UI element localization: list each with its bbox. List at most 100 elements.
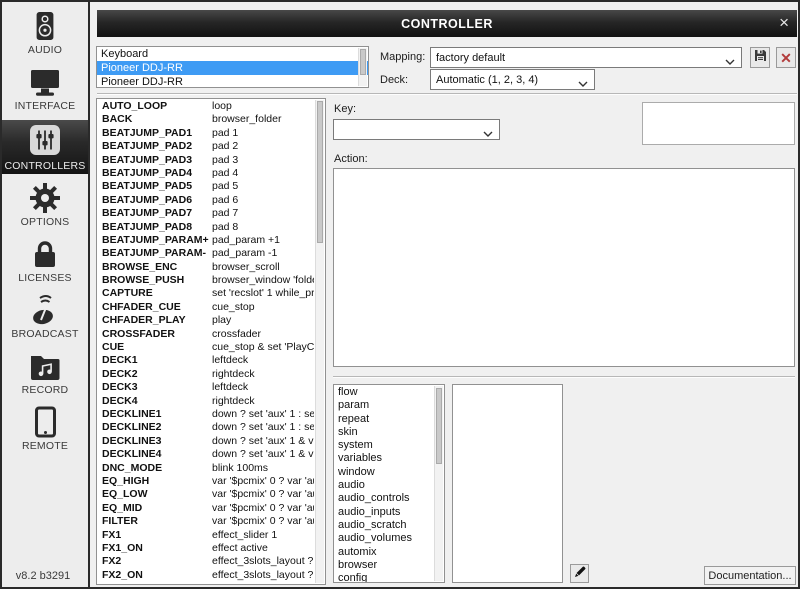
mapping-select[interactable]: factory default [430, 47, 742, 68]
control-action: effect active [212, 542, 314, 555]
sidebar-item-label: RECORD [22, 384, 69, 398]
device-row[interactable]: Keyboard [97, 47, 368, 61]
category-row[interactable]: audio [334, 479, 433, 492]
control-mapping-row[interactable]: FILTERvar '$pcmix' 0 ? var 'au [97, 515, 314, 528]
category-row[interactable]: repeat [334, 413, 433, 426]
category-row[interactable]: audio_inputs [334, 506, 433, 519]
category-row[interactable]: window [334, 466, 433, 479]
key-label: Key: [334, 103, 356, 115]
sidebar-item-interface[interactable]: INTERFACE [2, 64, 88, 114]
control-mapping-row[interactable]: AUTO_LOOPloop [97, 100, 314, 113]
control-name: FX2 [97, 555, 212, 568]
control-action: down ? set 'aux' 1 : set [212, 408, 314, 421]
control-mapping-row[interactable]: CUEcue_stop & set 'PlayCl [97, 341, 314, 354]
control-mapping-row[interactable]: DECK3leftdeck [97, 381, 314, 394]
control-mapping-row[interactable]: BEATJUMP_PAD4pad 4 [97, 167, 314, 180]
settings-sidebar: AUDIO INTERFACE CONTROLLERS OPTIONS LICENSES… [2, 2, 90, 587]
category-row[interactable]: variables [334, 452, 433, 465]
control-mapping-row[interactable]: BEATJUMP_PARAM-pad_param -1 [97, 247, 314, 260]
control-mapping-row[interactable]: BEATJUMP_PAD8pad 8 [97, 221, 314, 234]
deck-select[interactable]: Automatic (1, 2, 3, 4) [430, 69, 595, 90]
sidebar-item-broadcast[interactable]: BROADCAST [2, 292, 88, 342]
control-mapping-row[interactable]: BEATJUMP_PAD1pad 1 [97, 127, 314, 140]
category-row[interactable]: audio_controls [334, 492, 433, 505]
control-mapping-row[interactable]: BROWSE_ENCbrowser_scroll [97, 261, 314, 274]
broadcast-icon [28, 292, 62, 328]
control-mapping-row[interactable]: BEATJUMP_PAD2pad 2 [97, 140, 314, 153]
control-mapping-row[interactable]: BEATJUMP_PARAM+pad_param +1 [97, 234, 314, 247]
control-action: pad_param +1 [212, 234, 314, 247]
control-mapping-row[interactable]: DECKLINE4down ? set 'aux' 1 & va [97, 448, 314, 461]
control-name: BEATJUMP_PAD1 [97, 127, 212, 140]
gear-icon [28, 180, 62, 216]
close-icon[interactable]: × [779, 13, 789, 33]
sidebar-item-record[interactable]: RECORD [2, 348, 88, 398]
control-mapping-row[interactable]: CHFADER_CUEcue_stop [97, 301, 314, 314]
control-mapping-row[interactable]: DECK4rightdeck [97, 395, 314, 408]
chevron-down-icon [483, 128, 493, 140]
sidebar-item-audio[interactable]: AUDIO [2, 8, 88, 58]
control-mapping-row[interactable]: FX1_ONeffect active [97, 542, 314, 555]
control-mapping-row[interactable]: BROWSE_PUSHbrowser_window 'folde [97, 274, 314, 287]
controls-list[interactable]: AUTO_LOOPloopBACKbrowser_folderBEATJUMP_… [96, 98, 326, 585]
control-mapping-row[interactable]: CAPTUREset 'recslot' 1 while_pr [97, 287, 314, 300]
control-mapping-row[interactable]: FX1effect_slider 1 [97, 529, 314, 542]
control-mapping-row[interactable]: BEATJUMP_PAD6pad 6 [97, 194, 314, 207]
category-row[interactable]: flow [334, 386, 433, 399]
control-mapping-row[interactable]: EQ_LOWvar '$pcmix' 0 ? var 'au [97, 488, 314, 501]
edit-action-button[interactable] [570, 564, 589, 583]
sidebar-item-controllers[interactable]: CONTROLLERS [2, 120, 88, 174]
control-mapping-row[interactable]: BACKbrowser_folder [97, 113, 314, 126]
control-mapping-row[interactable]: DECKLINE1down ? set 'aux' 1 : set [97, 408, 314, 421]
action-input[interactable] [333, 168, 795, 367]
control-mapping-row[interactable]: DECKLINE3down ? set 'aux' 1 & va [97, 435, 314, 448]
sidebar-item-remote[interactable]: REMOTE [2, 404, 88, 454]
control-mapping-row[interactable]: DECKLINE2down ? set 'aux' 1 : set [97, 421, 314, 434]
category-row[interactable]: automix [334, 546, 433, 559]
control-name: BACK [97, 113, 212, 126]
delete-x-icon: ✕ [780, 51, 792, 65]
device-row[interactable]: Pioneer DDJ-RR [97, 61, 368, 75]
device-list[interactable]: KeyboardPioneer DDJ-RRPioneer DDJ-RR [96, 46, 369, 88]
control-name: BEATJUMP_PAD3 [97, 154, 212, 167]
control-name: DECK2 [97, 368, 212, 381]
category-row[interactable]: system [334, 439, 433, 452]
category-row[interactable]: browser [334, 559, 433, 572]
control-mapping-row[interactable]: DECK2rightdeck [97, 368, 314, 381]
documentation-button[interactable]: Documentation... [704, 566, 796, 585]
control-mapping-row[interactable]: EQ_HIGHvar '$pcmix' 0 ? var 'au [97, 475, 314, 488]
control-action: pad 4 [212, 167, 314, 180]
control-mapping-row[interactable]: BEATJUMP_PAD3pad 3 [97, 154, 314, 167]
control-mapping-row[interactable]: EQ_MIDvar '$pcmix' 0 ? var 'au [97, 502, 314, 515]
control-mapping-row[interactable]: DECK1leftdeck [97, 354, 314, 367]
control-name: CHFADER_CUE [97, 301, 212, 314]
control-mapping-row[interactable]: BEATJUMP_PAD7pad 7 [97, 207, 314, 220]
chevron-down-icon [725, 56, 735, 68]
control-action: effect_slider 1 [212, 529, 314, 542]
category-row[interactable]: config [334, 572, 433, 583]
controls-list-scrollbar[interactable] [315, 100, 324, 583]
control-mapping-row[interactable]: FX2effect_3slots_layout ? [97, 555, 314, 568]
category-row[interactable]: audio_scratch [334, 519, 433, 532]
control-mapping-row[interactable]: BEATJUMP_PAD5pad 5 [97, 180, 314, 193]
category-row[interactable]: param [334, 399, 433, 412]
category-row[interactable]: skin [334, 426, 433, 439]
mixer-icon [27, 120, 63, 160]
control-mapping-row[interactable]: DNC_MODEblink 100ms [97, 462, 314, 475]
sidebar-item-options[interactable]: OPTIONS [2, 180, 88, 230]
save-mapping-button[interactable] [750, 47, 770, 68]
control-mapping-row[interactable]: CHFADER_PLAYplay [97, 314, 314, 327]
action-label: Action: [334, 153, 368, 165]
category-list-scrollbar[interactable] [434, 386, 443, 581]
key-select[interactable] [333, 119, 500, 140]
device-row[interactable]: Pioneer DDJ-RR [97, 75, 368, 88]
category-list[interactable]: flowparamrepeatskinsystemvariableswindow… [333, 384, 445, 583]
control-name: FX1 [97, 529, 212, 542]
device-list-scrollbar[interactable] [358, 48, 367, 86]
sub-action-list[interactable] [452, 384, 563, 583]
delete-mapping-button[interactable]: ✕ [776, 47, 796, 68]
sidebar-item-licenses[interactable]: LICENSES [2, 236, 88, 286]
control-mapping-row[interactable]: FX2_ONeffect_3slots_layout ? [97, 569, 314, 582]
category-row[interactable]: audio_volumes [334, 532, 433, 545]
control-mapping-row[interactable]: CROSSFADERcrossfader [97, 328, 314, 341]
